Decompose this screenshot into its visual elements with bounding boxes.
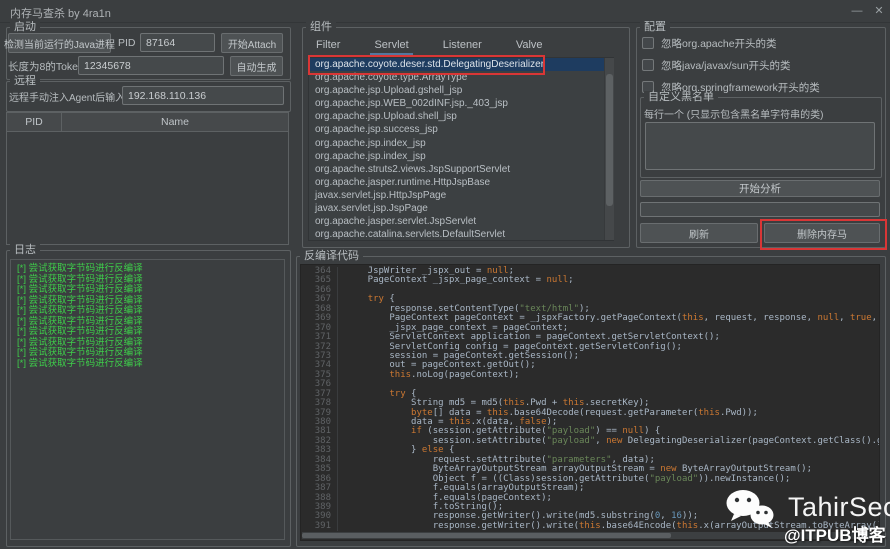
app-window: { "window": { "title": "内存马查杀 by 4ra1n",…	[0, 0, 890, 549]
decompile-legend: 反编译代码	[300, 250, 363, 262]
checkbox-label: 忽略java/javax/sun开头的类	[661, 58, 791, 73]
component-list-item[interactable]: org.apache.coyote.type.ArrayType	[309, 71, 613, 84]
component-list-item[interactable]: org.apache.struts2.views.JspSupportServl…	[309, 163, 613, 176]
component-list-item[interactable]: org.apache.jsp.Upload.gshell_jsp	[309, 84, 613, 97]
delete-memshell-button[interactable]: 删除内存马	[764, 223, 880, 243]
column-header-pid[interactable]: PID	[7, 113, 62, 131]
remote-ip-label: 远程手动注入Agent后输入IP	[9, 89, 135, 104]
component-list-item[interactable]: org.apache.jsp.index_jsp	[309, 137, 613, 150]
component-list-item[interactable]: org.apache.catalina.servlets.DefaultServ…	[309, 228, 613, 241]
minimize-button[interactable]: —	[848, 3, 866, 19]
pid-label: PID	[118, 37, 136, 49]
code-text: PageContext _jspx_page_context = null;	[346, 276, 574, 285]
component-list-item[interactable]: org.apache.jasper.servlet.JspServlet	[309, 215, 613, 228]
remote-legend: 远程	[10, 75, 40, 87]
start-attach-button[interactable]: 开始Attach	[221, 33, 283, 53]
blacklist-textarea[interactable]	[645, 122, 875, 170]
component-list: org.apache.coyote.deser.std.DelegatingDe…	[308, 57, 614, 241]
process-table: PID Name	[6, 112, 289, 245]
components-legend: 组件	[306, 21, 336, 33]
component-list-item[interactable]: javax.servlet.jsp.JspPage	[309, 202, 613, 215]
start-analysis-button[interactable]: 开始分析	[640, 180, 880, 197]
log-line: [*] 尝试获取字节码进行反编译	[17, 306, 278, 317]
launch-legend: 启动	[10, 21, 40, 33]
watermark: TahirSec @ITPUB博客	[724, 488, 884, 546]
column-header-name[interactable]: Name	[62, 113, 288, 131]
process-table-header: PID Name	[7, 113, 288, 132]
detect-java-process-button[interactable]: 检测当前运行的Java进程	[8, 33, 111, 53]
code-horizontal-scrollbar-thumb[interactable]	[302, 533, 671, 538]
watermark-site: @ITPUB博客	[784, 521, 886, 546]
line-number: 391	[301, 522, 338, 531]
checkbox-icon[interactable]	[642, 37, 654, 49]
log-line: [*] 尝试获取字节码进行反编译	[17, 327, 278, 338]
code-line: 375 this.noLog(pageContext);	[301, 371, 879, 380]
log-legend: 日志	[10, 244, 40, 256]
component-tab[interactable]: Listener	[439, 37, 486, 55]
log-line: [*] 尝试获取字节码进行反编译	[17, 348, 278, 359]
code-text: this.noLog(pageContext);	[346, 371, 519, 380]
code-line: 365 PageContext _jspx_page_context = nul…	[301, 276, 879, 285]
component-tabs: Filter Servlet Listener Valve	[312, 37, 547, 55]
pid-input[interactable]	[140, 33, 215, 52]
component-tab[interactable]: Filter	[312, 37, 344, 55]
component-list-item[interactable]: javax.servlet.jsp.HttpJspPage	[309, 189, 613, 202]
log-line: [*] 尝试获取字节码进行反编译	[17, 285, 278, 296]
component-tab[interactable]: Valve	[512, 37, 547, 55]
watermark-brand: TahirSec	[788, 492, 890, 523]
config-checkbox-row: 忽略org.apache开头的类	[642, 36, 777, 50]
log-line: [*] 尝试获取字节码进行反编译	[17, 264, 278, 275]
close-button[interactable]: ✕	[870, 3, 888, 19]
wechat-icon	[724, 488, 776, 530]
token-label: 长度为8的Token	[8, 59, 84, 74]
component-list-item[interactable]: org.apache.jsp.Upload.shell_jsp	[309, 110, 613, 123]
component-list-item[interactable]: org.apache.jsp.WEB_002dINF.jsp._403_jsp	[309, 97, 613, 110]
log-line: [*] 尝试获取字节码进行反编译	[17, 359, 278, 370]
component-tab[interactable]: Servlet	[370, 37, 412, 55]
remote-ip-input[interactable]	[122, 86, 284, 105]
title-bar: 内存马查杀 by 4ra1n — ✕	[0, 0, 890, 23]
checkbox-label: 忽略org.apache开头的类	[661, 36, 777, 51]
token-input[interactable]	[78, 56, 224, 75]
blacklist-legend: 自定义黑名单	[644, 91, 718, 103]
log-output: [*] 尝试获取字节码进行反编译 [*] 尝试获取字节码进行反编译 [*] 尝试…	[10, 259, 285, 540]
component-list-scrollbar[interactable]	[604, 58, 614, 240]
component-list-item[interactable]: org.apache.jsp.index_jsp	[309, 150, 613, 163]
blacklist-hint: 每行一个 (只显示包含黑名单字符串的类)	[644, 106, 823, 121]
component-list-item[interactable]: org.apache.coyote.deser.std.DelegatingDe…	[309, 58, 613, 71]
config-checkbox-row: 忽略java/javax/sun开头的类	[642, 58, 791, 72]
autogen-token-button[interactable]: 自动生成	[230, 56, 283, 76]
refresh-button[interactable]: 刷新	[640, 223, 758, 243]
component-list-item[interactable]: org.apache.jasper.runtime.HttpJspBase	[309, 176, 613, 189]
window-title: 内存马查杀 by 4ra1n	[10, 5, 111, 21]
filter-input[interactable]	[640, 202, 880, 217]
checkbox-icon[interactable]	[642, 59, 654, 71]
config-legend: 配置	[640, 21, 670, 33]
component-list-scrollbar-thumb[interactable]	[606, 74, 613, 206]
component-list-item[interactable]: org.apache.jsp.success_jsp	[309, 123, 613, 136]
